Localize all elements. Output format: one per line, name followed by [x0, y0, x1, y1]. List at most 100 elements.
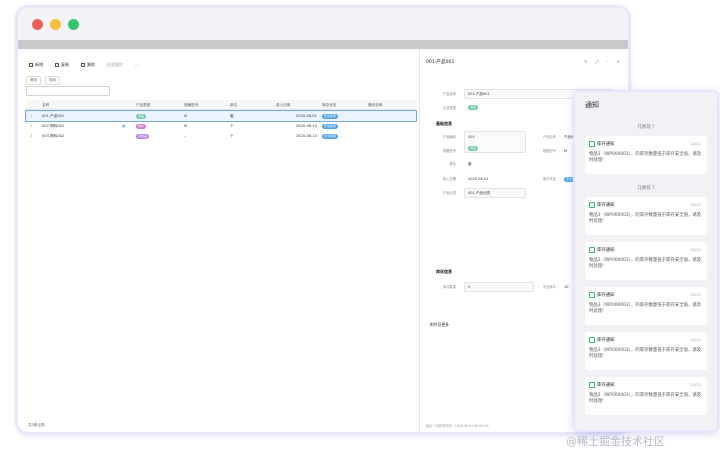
model-label: 规格型号	[442, 149, 456, 153]
notification-card[interactable]: 库存通知 12/11 物品3（WP000003），的库存数量低于库存安全值，请及…	[585, 377, 707, 415]
more-button[interactable]: ⋯	[132, 62, 142, 69]
status-badge: 安全库存	[322, 133, 339, 139]
type-tag: 物料	[136, 123, 147, 129]
expand-icon[interactable]: ⤢	[595, 59, 598, 64]
checkbox-icon[interactable]	[589, 202, 595, 208]
group-time: 几秒前 ?	[637, 125, 655, 130]
table-row[interactable]: 3 003-物料002 半成品 – 个 2020-06-14 安全库存	[26, 131, 416, 141]
checkbox-icon[interactable]	[589, 382, 595, 388]
sort-chip[interactable]: 排序	[45, 76, 60, 85]
col-date[interactable]: 录入日期	[276, 100, 290, 110]
row-model: M	[184, 114, 188, 118]
edit-icon[interactable]: ✎	[584, 59, 587, 64]
col-name[interactable]: 名称	[42, 100, 49, 110]
notification-panel: 通知 几秒前 ? 库存通知 12/11 物品3（WP000003），的库存数量低…	[575, 92, 717, 430]
card-body: 物品3（WP000003），的库存数量低于库存安全值，请及时处理!	[589, 213, 702, 225]
app-window: 新增 复制 删除 批量删除 ⋯ 筛选 排序 名称 产品类型 规格型号 单位 录入…	[18, 8, 628, 432]
card-date: 12/11	[690, 337, 701, 342]
detail-footer: 最近一次修改时间：2020-06-01 00:00:00	[426, 424, 489, 428]
card-body: 物品3（WP000003），的库存数量低于库存安全值，请及时处理!	[589, 393, 702, 405]
link-icon[interactable]: ▣	[122, 121, 125, 131]
row-model: M	[184, 124, 188, 128]
name-label: 产品名称	[442, 92, 456, 96]
table-header: 名称 产品类型 规格型号 单位 录入日期 库存状态 操作说明	[26, 100, 416, 110]
card-date: 12/11	[690, 382, 701, 387]
card-body: 物品3（WP000003），的库存数量低于库存安全值，请及时处理!	[589, 152, 702, 164]
table-row[interactable]: 2 002-物料001 ▣ 物料 M 个 2020-06-10 安全库存	[26, 121, 416, 131]
model-label-2: 规格型号	[542, 149, 556, 153]
detail-title: 001-产品001	[426, 60, 455, 65]
row-unit: 个	[230, 124, 234, 128]
copy-icon	[55, 63, 59, 67]
row-name: 001-产品001	[42, 114, 65, 118]
new-button[interactable]: 新增	[26, 61, 46, 69]
checkbox-icon[interactable]	[589, 247, 595, 253]
filter-chip[interactable]: 筛选	[26, 76, 41, 85]
card-date: 12/11	[690, 202, 701, 207]
type-label: 产品分类	[442, 191, 456, 195]
col-status[interactable]: 库存状态	[322, 100, 336, 110]
name-value: 001-产品001	[468, 92, 490, 96]
col-note[interactable]: 操作说明	[368, 100, 382, 110]
minus-icon[interactable]: –	[607, 59, 609, 64]
section-other[interactable]: 附件及更多	[430, 322, 449, 328]
card-body: 物品3（WP000003），的库存数量低于库存安全值，请及时处理!	[589, 303, 702, 315]
code-label: 产品编码	[442, 135, 456, 139]
card-title: 库存通知	[597, 247, 615, 253]
unit-value: 套	[468, 162, 472, 166]
new-label: 新增	[35, 62, 43, 67]
notification-card[interactable]: 库存通知 12/11 物品3（WP000003），的库存数量低于库存安全值，请及…	[585, 136, 707, 174]
card-body: 物品3（WP000003），的库存数量低于库存安全值，请及时处理!	[589, 258, 702, 270]
delete-label: 删除	[87, 62, 95, 67]
filter-row: 筛选 排序	[26, 76, 60, 85]
checkbox-icon[interactable]	[589, 141, 595, 147]
close-icon[interactable]: ×	[617, 59, 620, 64]
date-label: 录入日期	[442, 177, 456, 181]
card-date: 12/11	[690, 141, 701, 146]
section-stock: 库存信息	[436, 269, 452, 274]
row-date: 2020-06-01	[296, 114, 317, 118]
section-basic: 基础信息	[436, 121, 452, 126]
stock-value: 0	[468, 285, 471, 289]
notification-card[interactable]: 库存通知 12/11 物品3（WP000003），的库存数量低于库存安全值，请及…	[585, 242, 707, 280]
col-model[interactable]: 规格型号	[184, 100, 198, 110]
card-title: 库存通知	[597, 141, 615, 147]
card-title: 库存通知	[597, 382, 615, 388]
stock-label: 库存数量	[442, 285, 456, 289]
stock-field[interactable]	[464, 282, 534, 292]
safe-value: 10	[564, 285, 569, 289]
row-unit: 套	[230, 114, 234, 118]
row-index: 1	[30, 114, 33, 118]
notification-card[interactable]: 库存通知 12/11 物品3（WP000003），的库存数量低于库存安全值，请及…	[585, 287, 707, 325]
delete-button[interactable]: 删除	[78, 61, 98, 69]
notification-card[interactable]: 库存通知 12/11 物品3（WP000003），的库存数量低于库存安全值，请及…	[585, 197, 707, 235]
toolbar: 新增 复制 删除 批量删除 ⋯	[26, 60, 142, 70]
content-pane: 新增 复制 删除 批量删除 ⋯ 筛选 排序 名称 产品类型 规格型号 单位 录入…	[18, 49, 628, 432]
card-title: 库存通知	[597, 292, 615, 298]
title-bar	[18, 8, 628, 40]
checkbox-icon[interactable]	[589, 292, 595, 298]
group-time: 几秒前 ?	[637, 186, 655, 191]
minimize-window-button[interactable]	[50, 19, 61, 30]
maximize-window-button[interactable]	[68, 19, 79, 30]
table-row[interactable]: 1 001-产品001 成品 M 套 2020-06-01 安全库存	[25, 110, 417, 122]
col-type[interactable]: 产品类型	[136, 100, 150, 110]
checkbox-icon[interactable]	[589, 337, 595, 343]
date-value: 2020-06-01	[468, 177, 489, 181]
code-value: 001	[468, 135, 475, 139]
table-footer: 共3条记录	[28, 423, 45, 427]
notification-card[interactable]: 库存通知 12/11 物品3（WP000003），的库存数量低于库存安全值，请及…	[585, 332, 707, 370]
batch-delete-label: 批量删除	[107, 62, 123, 67]
list-panel: 新增 复制 删除 批量删除 ⋯ 筛选 排序 名称 产品类型 规格型号 单位 录入…	[22, 49, 420, 432]
search-input[interactable]	[26, 86, 110, 96]
copy-label: 复制	[61, 62, 69, 67]
spec-label: 产品名称	[542, 135, 556, 139]
card-body: 物品3（WP000003），的库存数量低于库存安全值，请及时处理!	[589, 348, 702, 360]
header-band	[18, 40, 628, 49]
col-unit[interactable]: 单位	[230, 100, 237, 110]
status-badge: 安全库存	[322, 113, 339, 119]
batch-delete-button[interactable]: 批量删除	[104, 61, 126, 69]
close-window-button[interactable]	[32, 19, 43, 30]
card-title: 库存通知	[597, 202, 615, 208]
copy-button[interactable]: 复制	[52, 61, 72, 69]
